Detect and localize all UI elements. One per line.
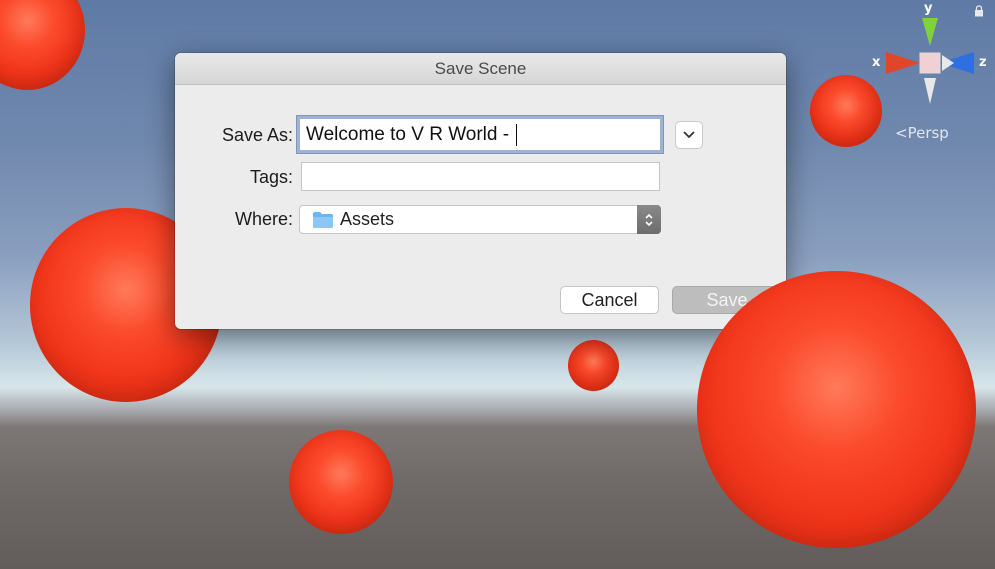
lock-icon[interactable] bbox=[974, 5, 984, 17]
sphere[interactable] bbox=[0, 0, 85, 90]
folder-icon bbox=[313, 211, 333, 228]
where-label: Where: bbox=[234, 209, 293, 229]
tags-label: Tags: bbox=[249, 167, 293, 187]
sphere[interactable] bbox=[697, 271, 976, 548]
cancel-button[interactable]: Cancel bbox=[560, 286, 659, 314]
save-as-input[interactable]: Welcome to V R World - bbox=[297, 116, 663, 153]
axis-z-label: z bbox=[979, 55, 987, 70]
expand-dialog-button[interactable] bbox=[675, 121, 703, 149]
axis-y-label: y bbox=[924, 1, 933, 16]
chevron-down-icon bbox=[683, 131, 695, 139]
scene-view[interactable]: Save Scene Save As: Welcome to V R World… bbox=[0, 0, 995, 569]
tags-input[interactable] bbox=[301, 162, 660, 191]
save-as-label: Save As: bbox=[221, 125, 293, 145]
select-stepper[interactable] bbox=[637, 205, 661, 234]
sphere[interactable] bbox=[568, 340, 619, 391]
save-as-value: Welcome to V R World - bbox=[306, 124, 515, 146]
axis-x-label: x bbox=[872, 55, 881, 70]
projection-label: Persp bbox=[907, 124, 949, 142]
save-scene-dialog: Save Scene Save As: Welcome to V R World… bbox=[175, 53, 786, 329]
projection-toggle[interactable]: <Persp bbox=[895, 124, 949, 142]
where-selected-value: Assets bbox=[340, 209, 395, 229]
sphere[interactable] bbox=[289, 430, 393, 534]
where-select[interactable]: Assets bbox=[299, 205, 661, 234]
dialog-title: Save Scene bbox=[175, 53, 786, 85]
up-down-arrows-icon bbox=[645, 213, 653, 226]
text-caret bbox=[516, 124, 518, 146]
projection-chevron-icon: < bbox=[895, 124, 908, 142]
